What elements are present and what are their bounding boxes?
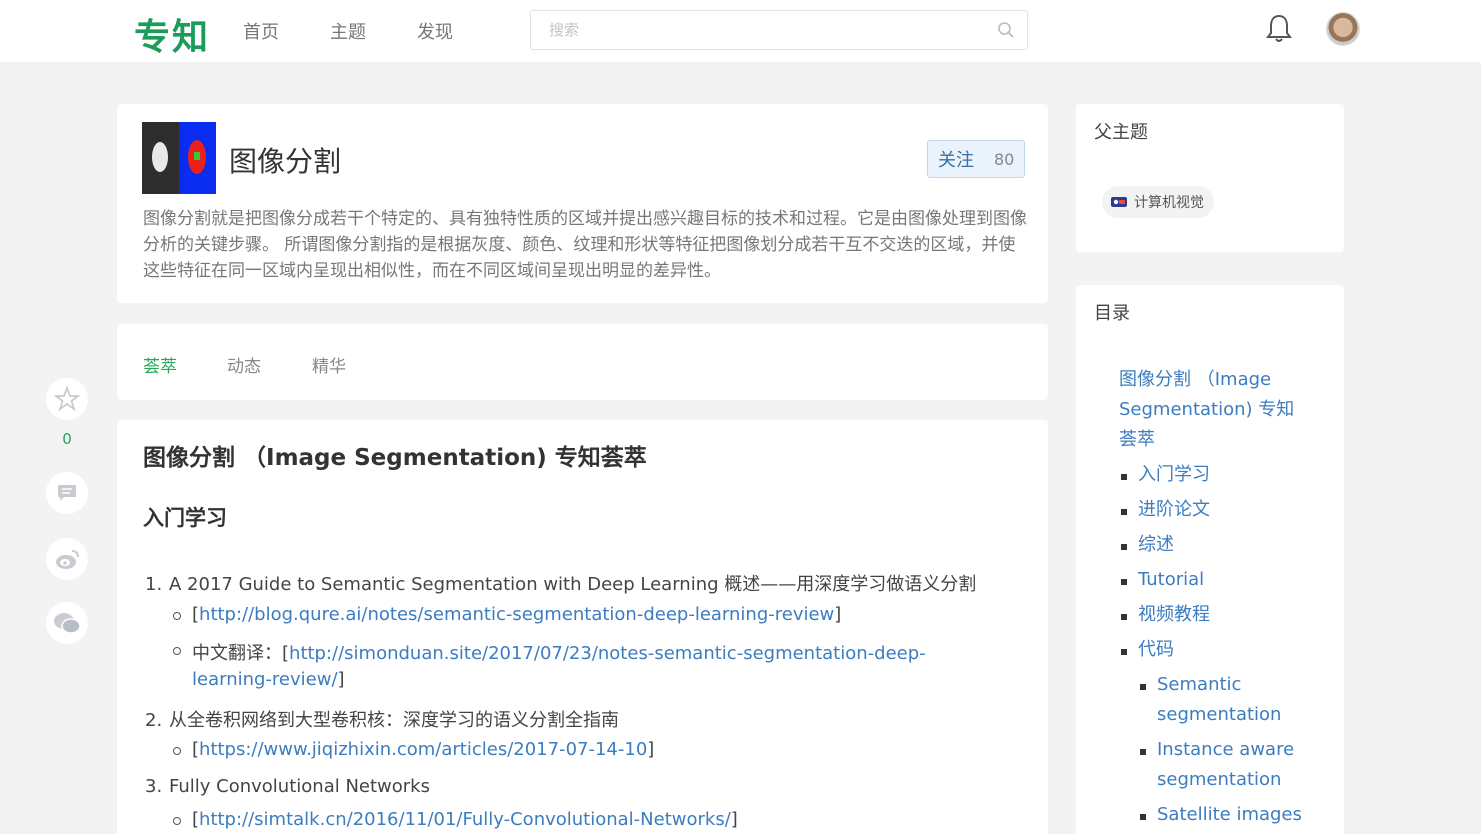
- list-subitem: [http://blog.qure.ai/notes/semantic-segm…: [192, 604, 842, 625]
- article-title: 图像分割 （Image Segmentation) 专知荟萃: [143, 445, 647, 471]
- toc-bullet: [1121, 544, 1127, 550]
- parent-topic-label: 计算机视觉: [1134, 195, 1204, 211]
- toc-bullet: [1121, 579, 1127, 585]
- topic-description: 图像分割就是把图像分成若干个特定的、具有独特性质的区域并提出感兴趣目标的技术和过…: [143, 209, 1027, 281]
- topic-image: [142, 122, 216, 194]
- toc-bullet: [1121, 614, 1127, 620]
- toc-subitem-satellite[interactable]: Satellite images: [1157, 800, 1302, 830]
- user-avatar[interactable]: [1326, 12, 1360, 46]
- toc-heading: 目录: [1094, 303, 1130, 324]
- toc-subitem-instance[interactable]: Instance aware: [1157, 735, 1294, 765]
- reference-link[interactable]: http://blog.qure.ai/notes/semantic-segme…: [199, 604, 834, 625]
- nav-home[interactable]: 首页: [243, 18, 279, 44]
- bullet: [173, 817, 181, 825]
- bullet: [173, 612, 181, 620]
- toc-item-papers[interactable]: 进阶论文: [1138, 495, 1210, 525]
- list-item: 3. Fully Convolutional Networks: [145, 776, 430, 797]
- topic-icon: [1111, 197, 1127, 207]
- toc-item-intro[interactable]: 入门学习: [1138, 460, 1210, 490]
- topic-title: 图像分割: [229, 145, 342, 178]
- list-item: 2. 从全卷积网络到大型卷积核：深度学习的语义分割全指南: [145, 710, 619, 731]
- follow-button[interactable]: 关注 80: [927, 140, 1025, 178]
- list-subitem: [http://simtalk.cn/2016/11/01/Fully-Conv…: [192, 809, 738, 830]
- follow-label: 关注: [938, 150, 974, 171]
- favorite-button[interactable]: [46, 378, 88, 420]
- nav-topics[interactable]: 主题: [330, 18, 366, 44]
- section-title: 入门学习: [143, 506, 227, 530]
- search-box: [530, 10, 1028, 50]
- toc-sub-bullet: [1140, 684, 1146, 690]
- list-subitem: 中文翻译：[http://simonduan.site/2017/07/23/n…: [192, 643, 926, 664]
- reference-link-continued[interactable]: learning-review/: [192, 669, 338, 690]
- search-icon[interactable]: [997, 21, 1015, 39]
- toc-item-survey[interactable]: 综述: [1138, 530, 1174, 560]
- toc-bullet: [1121, 509, 1127, 515]
- topic-tabs: 荟萃 动态 精华: [117, 324, 1048, 400]
- list-subitem-continued: learning-review/]: [192, 669, 345, 690]
- follow-count: 80: [994, 149, 1015, 169]
- notification-bell-icon[interactable]: [1266, 13, 1292, 43]
- site-logo[interactable]: 专知: [134, 8, 210, 60]
- nav-discover[interactable]: 发现: [417, 18, 453, 44]
- favorite-count: 0: [62, 430, 72, 448]
- search-input[interactable]: [549, 11, 989, 49]
- share-weibo-button[interactable]: [46, 538, 88, 580]
- toc-title-link[interactable]: 荟萃: [1119, 425, 1155, 455]
- toc-sub-bullet: [1140, 814, 1146, 820]
- reference-link[interactable]: https://www.jiqizhixin.com/articles/2017…: [199, 739, 647, 760]
- star-icon: [54, 386, 80, 412]
- tab-digest[interactable]: 荟萃: [143, 352, 177, 377]
- tab-essence[interactable]: 精华: [312, 352, 346, 377]
- comment-icon: [58, 485, 76, 501]
- list-item: 1. A 2017 Guide to Semantic Segmentation …: [145, 574, 977, 595]
- reference-link[interactable]: http://simtalk.cn/2016/11/01/Fully-Convo…: [199, 809, 731, 830]
- toc-subitem-semantic[interactable]: Semantic: [1157, 670, 1241, 700]
- toc-item-videos[interactable]: 视频教程: [1138, 600, 1210, 630]
- toc-title-link[interactable]: Segmentation) 专知: [1119, 395, 1294, 425]
- reference-link[interactable]: http://simonduan.site/2017/07/23/notes-s…: [289, 643, 926, 664]
- topic-header-card: 图像分割 关注 80 图像分割就是把图像分成若干个特定的、具有独特性质的区域并提…: [117, 104, 1048, 303]
- table-of-contents: 目录 图像分割 （Image Segmentation) 专知 荟萃 入门学习 …: [1076, 285, 1344, 834]
- toc-subitem-instance-cont[interactable]: segmentation: [1157, 765, 1281, 795]
- wechat-icon: [54, 613, 81, 634]
- article-content: 图像分割 （Image Segmentation) 专知荟萃 入门学习 1. A …: [117, 420, 1048, 834]
- toc-item-tutorial[interactable]: Tutorial: [1138, 565, 1204, 595]
- parent-topic-chip[interactable]: 计算机视觉: [1102, 186, 1214, 218]
- share-wechat-button[interactable]: [46, 602, 88, 644]
- toc-item-code[interactable]: 代码: [1138, 635, 1174, 665]
- bullet: [173, 747, 181, 755]
- toc-bullet: [1121, 474, 1127, 480]
- list-subitem: [https://www.jiqizhixin.com/articles/201…: [192, 739, 655, 760]
- bullet: [173, 647, 181, 655]
- tab-updates[interactable]: 动态: [227, 352, 261, 377]
- toc-title-link[interactable]: 图像分割 （Image: [1119, 365, 1271, 395]
- comment-button[interactable]: [46, 472, 88, 514]
- toc-sub-bullet: [1140, 749, 1146, 755]
- weibo-icon: [56, 550, 79, 569]
- top-navigation-bar: 专知 首页 主题 发现: [0, 0, 1481, 62]
- toc-subitem-semantic-cont[interactable]: segmentation: [1157, 700, 1281, 730]
- toc-bullet: [1121, 649, 1127, 655]
- parent-topic-card: 父主题 计算机视觉: [1076, 104, 1344, 252]
- parent-topic-heading: 父主题: [1094, 122, 1148, 143]
